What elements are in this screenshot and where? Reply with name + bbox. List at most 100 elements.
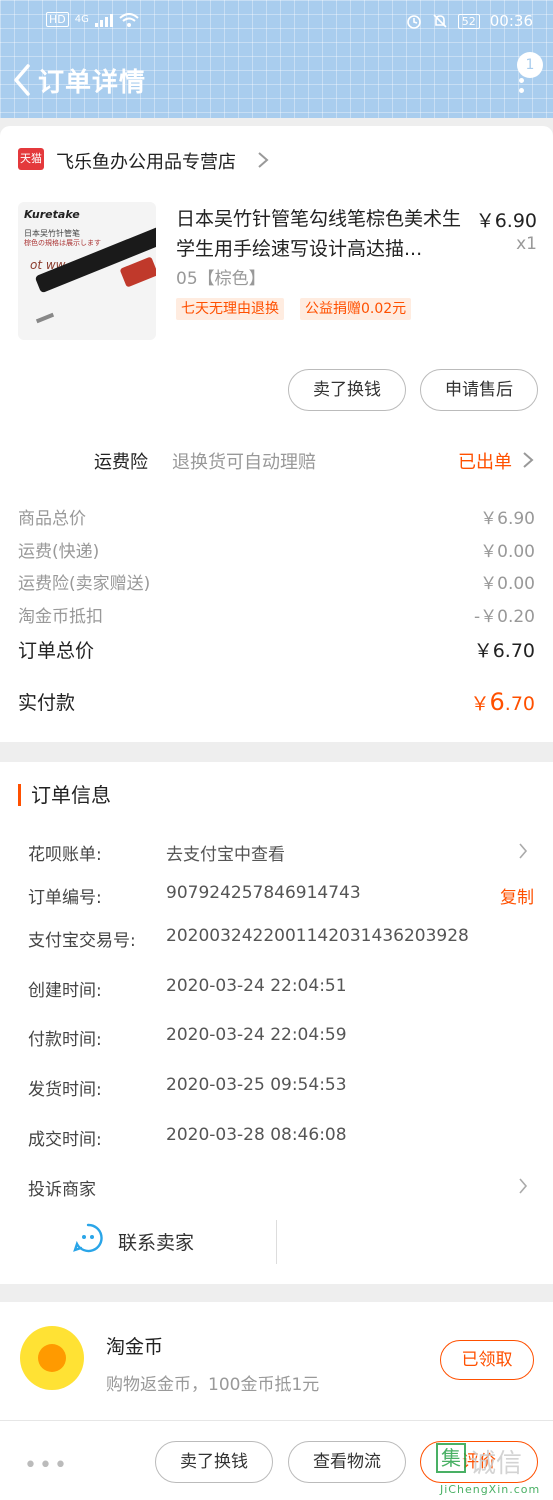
shop-name[interactable]: 飞乐鱼办公用品专营店	[56, 148, 236, 174]
summary-label: 商品总价	[18, 509, 86, 529]
header: HD 4G 52 00:36 订单详情 1	[0, 0, 553, 118]
summary-value: ￥0.00	[480, 542, 535, 562]
coin-title: 淘金币	[106, 1336, 164, 1358]
paid-amount-row: 实付款 ￥6.70	[18, 688, 535, 720]
product-title[interactable]: 日本吴竹针管笔勾线笔棕色美术生学生用手绘速写设计高达描...	[176, 204, 462, 264]
more-actions-icon[interactable]: •••	[24, 1453, 69, 1478]
message-count-badge: 1	[517, 52, 543, 78]
chevron-right-icon[interactable]	[522, 450, 534, 470]
order-total-label: 订单总价	[18, 640, 95, 662]
summary-label: 运费险(卖家赠送)	[18, 574, 151, 594]
mute-bell-icon	[433, 14, 447, 28]
battery-icon: 52	[457, 13, 480, 29]
created-time-row: 创建时间: 2020-03-24 22:04:51	[28, 976, 536, 1002]
complain-seller-label: 投诉商家	[28, 1180, 96, 1200]
site-watermark: 集 诚信 JiChengXin.com	[432, 1439, 550, 1499]
info-label: 付款时间:	[28, 1030, 102, 1050]
paid-time-row: 付款时间: 2020-03-24 22:04:59	[28, 1025, 536, 1051]
order-total-row: 订单总价 ￥6.70	[18, 636, 535, 662]
gold-coin-icon	[20, 1326, 84, 1390]
more-menu-button[interactable]: 1	[511, 52, 543, 104]
network-label: 4G	[74, 14, 89, 25]
return-policy-tag: 七天无理由退换	[176, 298, 284, 320]
resell-bottom-button[interactable]: 卖了换钱	[155, 1441, 273, 1483]
summary-value: ￥6.90	[480, 509, 535, 529]
tmall-logo-icon: 天猫	[18, 148, 44, 170]
wifi-icon	[119, 12, 139, 27]
coin-claimed-button[interactable]: 已领取	[440, 1340, 534, 1380]
status-bar: HD 4G 52 00:36	[0, 10, 553, 34]
product-variant: 05【棕色】	[176, 269, 266, 289]
summary-row: 淘金币抵扣 -￥0.20	[18, 602, 535, 628]
product-quantity: x1	[516, 234, 537, 254]
more-dot-icon	[519, 78, 524, 83]
pen-tip-shape	[35, 312, 55, 324]
chat-face-icon	[73, 1223, 103, 1253]
product-image-caption-small: 棕色の規格は展示します	[24, 239, 101, 247]
chevron-right-icon[interactable]	[518, 1177, 528, 1195]
product-image[interactable]: Kuretake 日本吴竹针管笔 棕色の規格は展示します ot ww	[18, 202, 156, 340]
paid-value: ￥6.70	[470, 688, 535, 716]
copy-order-number-button[interactable]: 复制	[500, 883, 534, 908]
order-total-value: ￥6.70	[473, 640, 535, 662]
shipping-insurance-description: 退换货可自动理赔	[172, 452, 316, 473]
shipping-insurance-status[interactable]: 已出单	[458, 448, 512, 474]
view-logistics-button[interactable]: 查看物流	[288, 1441, 406, 1483]
info-value: 2020-03-28 08:46:08	[166, 1125, 347, 1145]
info-value: 2020-03-25 09:54:53	[166, 1075, 347, 1095]
paid-label: 实付款	[18, 692, 76, 714]
order-product-card: 天猫 飞乐鱼办公用品专营店 Kuretake 日本吴竹针管笔 棕色の規格は展示し…	[0, 126, 553, 742]
shipping-insurance-label: 运费险	[94, 452, 148, 473]
info-label: 花呗账单:	[28, 845, 102, 865]
info-label: 发货时间:	[28, 1080, 102, 1100]
summary-row: 运费(快递) ￥0.00	[18, 537, 535, 563]
after-sales-button[interactable]: 申请售后	[420, 369, 538, 411]
paid-integer: 6	[489, 688, 505, 716]
huabei-bill-row[interactable]: 花呗账单: 去支付宝中查看	[28, 840, 536, 866]
more-dot-icon	[519, 88, 524, 93]
summary-row: 运费险(卖家赠送) ￥0.00	[18, 569, 535, 595]
order-info-card: 订单信息 花呗账单: 去支付宝中查看 订单编号: 907924257846914…	[0, 762, 553, 1284]
pen-cap-shape	[119, 256, 156, 288]
info-label: 支付宝交易号:	[28, 931, 136, 951]
clock: 00:36	[489, 12, 533, 30]
summary-label: 淘金币抵扣	[18, 607, 103, 627]
contact-seller-label: 联系卖家	[118, 1232, 195, 1254]
charity-tag: 公益捐赠0.02元	[300, 298, 412, 320]
bottom-action-bar: ••• 卖了换钱 查看物流 评价 集 诚信 JiChengXin.com	[0, 1420, 553, 1500]
info-label: 订单编号:	[28, 888, 102, 908]
summary-label: 运费(快递)	[18, 542, 100, 562]
complaint-row[interactable]: 投诉商家	[28, 1175, 536, 1201]
info-value: 去支付宝中查看	[166, 845, 285, 865]
alarm-icon	[406, 15, 421, 29]
info-label: 创建时间:	[28, 981, 102, 1001]
divider	[276, 1220, 277, 1264]
page-title: 订单详情	[38, 68, 147, 98]
order-info-heading: 订单信息	[18, 784, 111, 806]
product-image-brand: Kuretake	[24, 208, 80, 221]
completed-time-row: 成交时间: 2020-03-28 08:46:08	[28, 1125, 536, 1151]
info-label: 成交时间:	[28, 1130, 102, 1150]
signal-icon	[94, 13, 113, 27]
paid-decimal: .70	[504, 693, 535, 715]
info-value: 2020-03-24 22:04:51	[166, 976, 347, 996]
watermark-mark: 集	[436, 1443, 466, 1473]
order-number-row: 订单编号: 907924257846914743 复制	[28, 883, 536, 909]
order-number: 907924257846914743	[166, 883, 361, 903]
paid-currency: ￥	[470, 693, 490, 715]
summary-row: 商品总价 ￥6.90	[18, 504, 535, 530]
summary-value: ￥0.00	[480, 574, 535, 594]
coin-description: 购物返金币，100金币抵1元	[106, 1375, 320, 1395]
back-arrow-icon[interactable]	[10, 62, 36, 98]
alipay-trade-row: 支付宝交易号: 2020032422001142031436203928	[28, 926, 536, 952]
product-price: ￥6.90	[475, 210, 537, 232]
info-value: 2020-03-24 22:04:59	[166, 1025, 347, 1045]
chevron-right-icon[interactable]	[518, 842, 528, 860]
shipped-time-row: 发货时间: 2020-03-25 09:54:53	[28, 1075, 536, 1101]
taobao-coin-card: 淘金币 购物返金币，100金币抵1元 已领取	[0, 1302, 553, 1420]
chevron-right-icon[interactable]	[256, 150, 270, 170]
hd-indicator: HD	[46, 12, 69, 27]
summary-value: -￥0.20	[474, 607, 535, 627]
resell-button[interactable]: 卖了换钱	[288, 369, 406, 411]
watermark-text: 诚信	[470, 1449, 523, 1479]
